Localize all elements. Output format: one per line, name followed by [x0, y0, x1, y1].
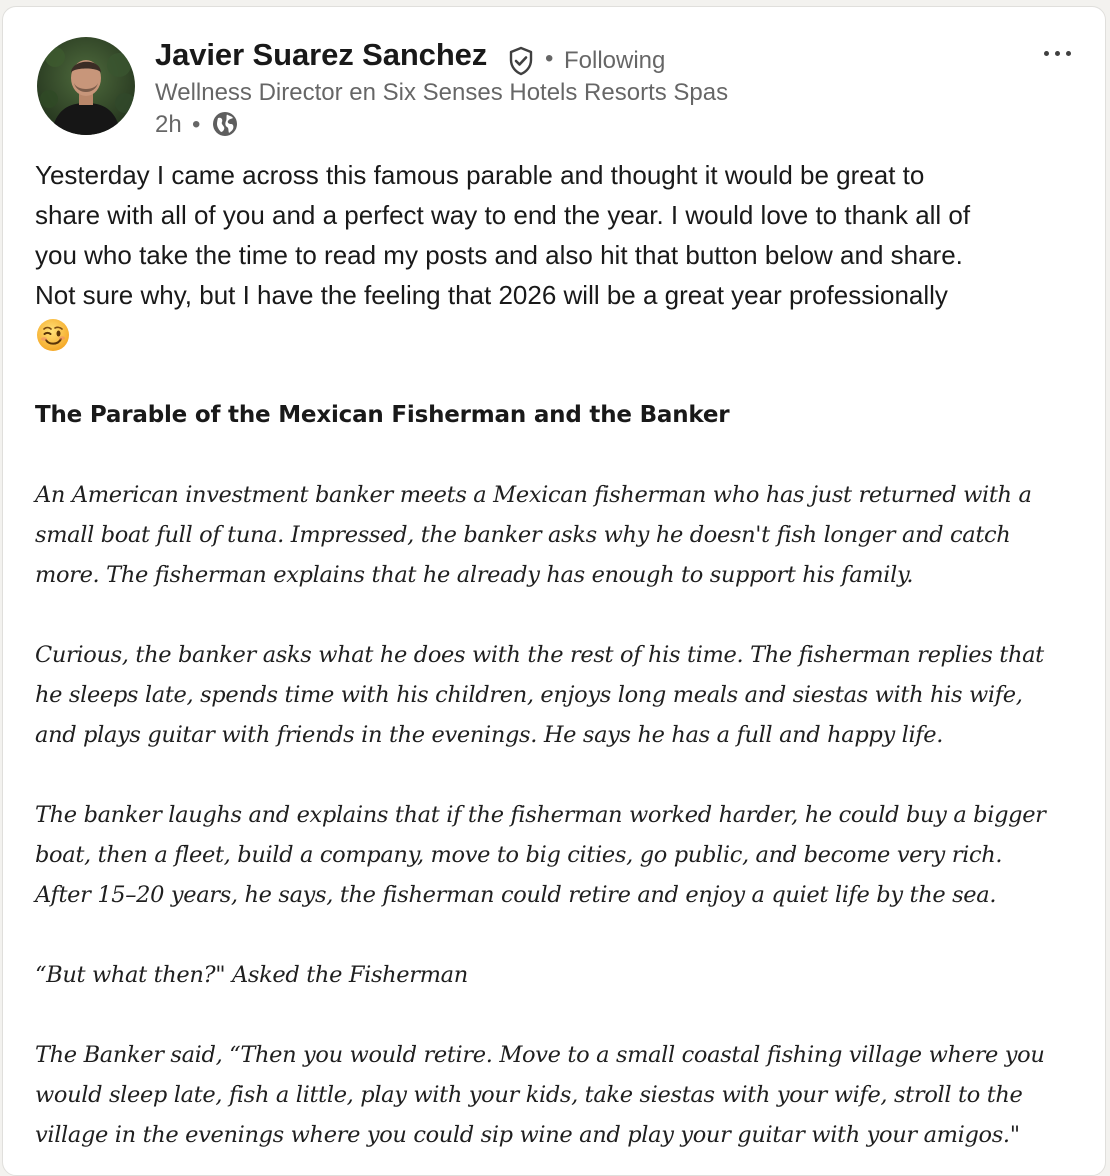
post-intro-line: Not sure why, but I have the feeling tha… [35, 280, 948, 310]
parable-title: The Parable of the Mexican Fisherman and… [35, 402, 730, 428]
parable-paragraph: “But what then?" Asked the Fisherman [35, 955, 1099, 995]
globe-icon [213, 112, 237, 136]
paragraph-line: The Banker said, “Then you would retire.… [35, 1042, 1045, 1068]
post-timestamp: 2h [155, 111, 182, 138]
paragraph-line: and plays guitar with friends in the eve… [35, 722, 944, 748]
follow-separator: • [545, 45, 554, 72]
paragraph-line: “But what then?" Asked the Fisherman [35, 962, 468, 988]
winking-face-icon [37, 319, 69, 351]
more-options-button[interactable] [1033, 35, 1081, 71]
post-intro-line: you who take the time to read my posts a… [35, 240, 963, 270]
paragraph-line: An American investment banker meets a Me… [35, 482, 1032, 508]
parable-paragraph: The Banker said, “Then you would retire.… [35, 1035, 1099, 1155]
paragraph-line: would sleep late, fish a little, play wi… [35, 1082, 1023, 1108]
post-intro-line: Yesterday I came across this famous para… [35, 160, 925, 190]
more-horizontal-icon-dot [1043, 50, 1049, 56]
following-status[interactable]: Following [564, 47, 665, 75]
avatar-photo-icon [37, 37, 135, 135]
parable-paragraph: An American investment banker meets a Me… [35, 475, 1099, 595]
parable-paragraph: The banker laughs and explains that if t… [35, 795, 1099, 915]
paragraph-line: The banker laughs and explains that if t… [35, 802, 1046, 828]
author-headline: Wellness Director en Six Senses Hotels R… [155, 79, 729, 106]
verified-shield-icon [509, 46, 533, 76]
post-intro: Yesterday I came across this famous para… [35, 155, 1099, 315]
post-intro-line: share with all of you and a perfect way … [35, 200, 971, 230]
paragraph-line: boat, then a fleet, build a company, mov… [35, 842, 1003, 868]
post-body: Yesterday I came across this famous para… [35, 155, 1099, 1155]
timestamp-separator: • [192, 111, 201, 138]
more-horizontal-icon-dot [1065, 50, 1071, 56]
paragraph-line: After 15–20 years, he says, the fisherma… [35, 882, 997, 908]
author-avatar[interactable] [37, 37, 135, 135]
post-card: Javier Suarez Sanchez • Following Wellne… [2, 6, 1106, 1176]
paragraph-line: he sleeps late, spends time with his chi… [35, 682, 1023, 708]
parable-paragraph: Curious, the banker asks what he does wi… [35, 635, 1099, 755]
paragraph-line: Curious, the banker asks what he does wi… [35, 642, 1044, 668]
author-name[interactable]: Javier Suarez Sanchez [155, 37, 487, 73]
paragraph-line: village in the evenings where you could … [35, 1122, 1020, 1148]
paragraph-line: more. The fisherman explains that he alr… [35, 562, 914, 588]
more-horizontal-icon-dot [1054, 50, 1060, 56]
paragraph-line: small boat full of tuna. Impressed, the … [35, 522, 1011, 548]
